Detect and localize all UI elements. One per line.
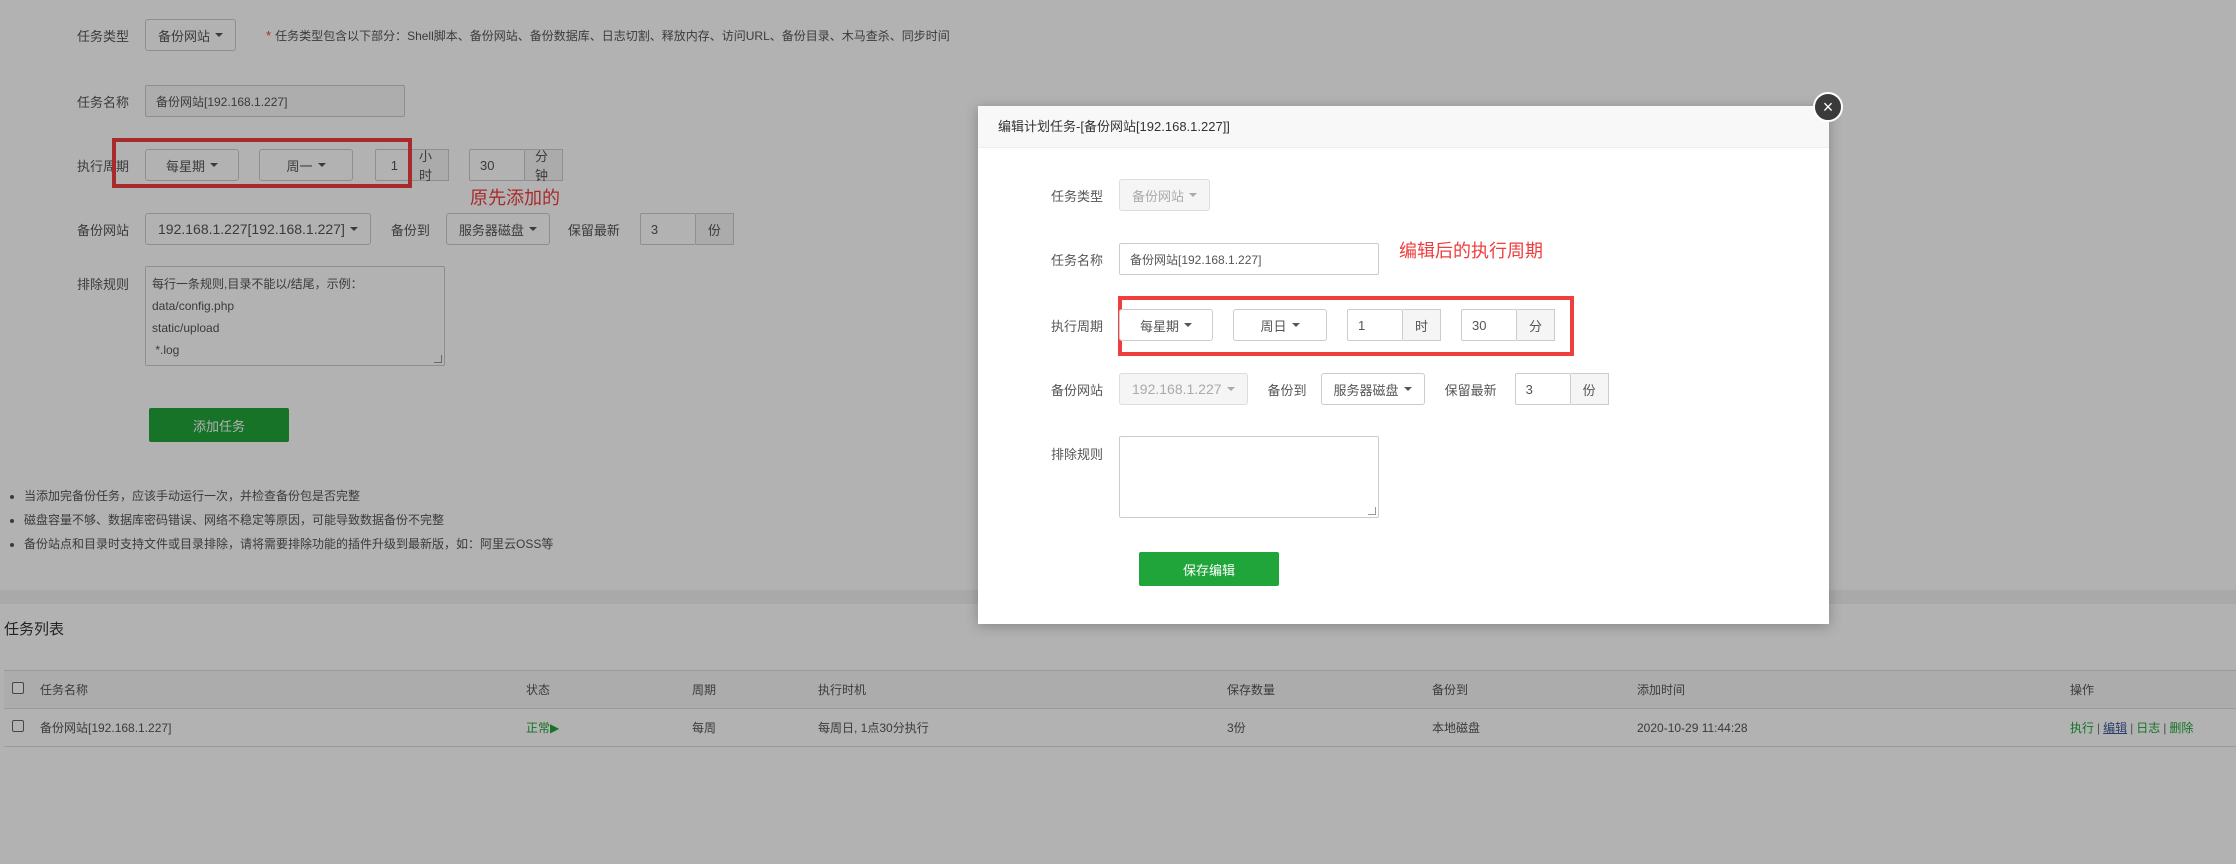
- edited-annotation: 编辑后的执行周期: [1399, 241, 1543, 261]
- dialog-cycle-minute-input[interactable]: 30: [1461, 309, 1517, 341]
- save-edit-button[interactable]: 保存编辑: [1139, 552, 1279, 586]
- dialog-cycle-row: 执行周期 每星期 周日 1 时 30 分: [978, 308, 1555, 342]
- dialog-task-type-label: 任务类型: [1050, 188, 1103, 204]
- dialog-task-type-row: 任务类型 备份网站: [978, 178, 1211, 212]
- dialog-title: 编辑计划任务-[备份网站[192.168.1.227]]: [978, 106, 1829, 148]
- dialog-hour-unit: 时: [1403, 309, 1441, 341]
- chevron-down-icon: [1226, 387, 1235, 391]
- dialog-keep-label: 保留最新: [1444, 382, 1497, 398]
- dialog-task-name-input[interactable]: 备份网站[192.168.1.227]: [1119, 243, 1379, 275]
- dialog-keep-input[interactable]: 3: [1514, 373, 1571, 405]
- dialog-cycle-hour-input[interactable]: 1: [1347, 309, 1403, 341]
- dialog-cycle-day-dropdown[interactable]: 周日: [1233, 309, 1327, 341]
- chevron-down-icon: [1291, 323, 1300, 327]
- chevron-down-icon: [1403, 387, 1412, 391]
- dialog-backup-to-label: 备份到: [1267, 382, 1307, 398]
- dialog-task-name-row: 任务名称 备份网站[192.168.1.227] 编辑后的执行周期: [978, 241, 1543, 276]
- dialog-exclude-label: 排除规则: [1050, 447, 1103, 462]
- dialog-keep-unit: 份: [1570, 373, 1609, 405]
- dialog-site-row: 备份网站 192.168.1.227 备份到 服务器磁盘 保留最新 3 份: [978, 372, 1609, 406]
- dialog-backup-to-dropdown[interactable]: 服务器磁盘: [1320, 373, 1425, 405]
- dialog-cycle-label: 执行周期: [1050, 318, 1103, 334]
- resize-handle-icon[interactable]: [1368, 507, 1376, 515]
- close-icon[interactable]: ×: [1813, 92, 1843, 122]
- edit-task-dialog: 编辑计划任务-[备份网站[192.168.1.227]] × 任务类型 备份网站…: [978, 92, 1843, 624]
- dialog-exclude-row: 排除规则: [978, 436, 1379, 518]
- dialog-site-label: 备份网站: [1050, 382, 1103, 398]
- chevron-down-icon: [1189, 193, 1198, 197]
- dialog-task-type-dropdown: 备份网站: [1119, 179, 1211, 211]
- chevron-down-icon: [1184, 323, 1192, 327]
- dialog-minute-unit: 分: [1517, 309, 1555, 341]
- dialog-cycle-type-dropdown[interactable]: 每星期: [1119, 309, 1213, 341]
- dialog-exclude-textarea[interactable]: [1119, 436, 1379, 518]
- dialog-site-dropdown: 192.168.1.227: [1119, 373, 1248, 405]
- dialog-task-name-label: 任务名称: [1050, 252, 1103, 268]
